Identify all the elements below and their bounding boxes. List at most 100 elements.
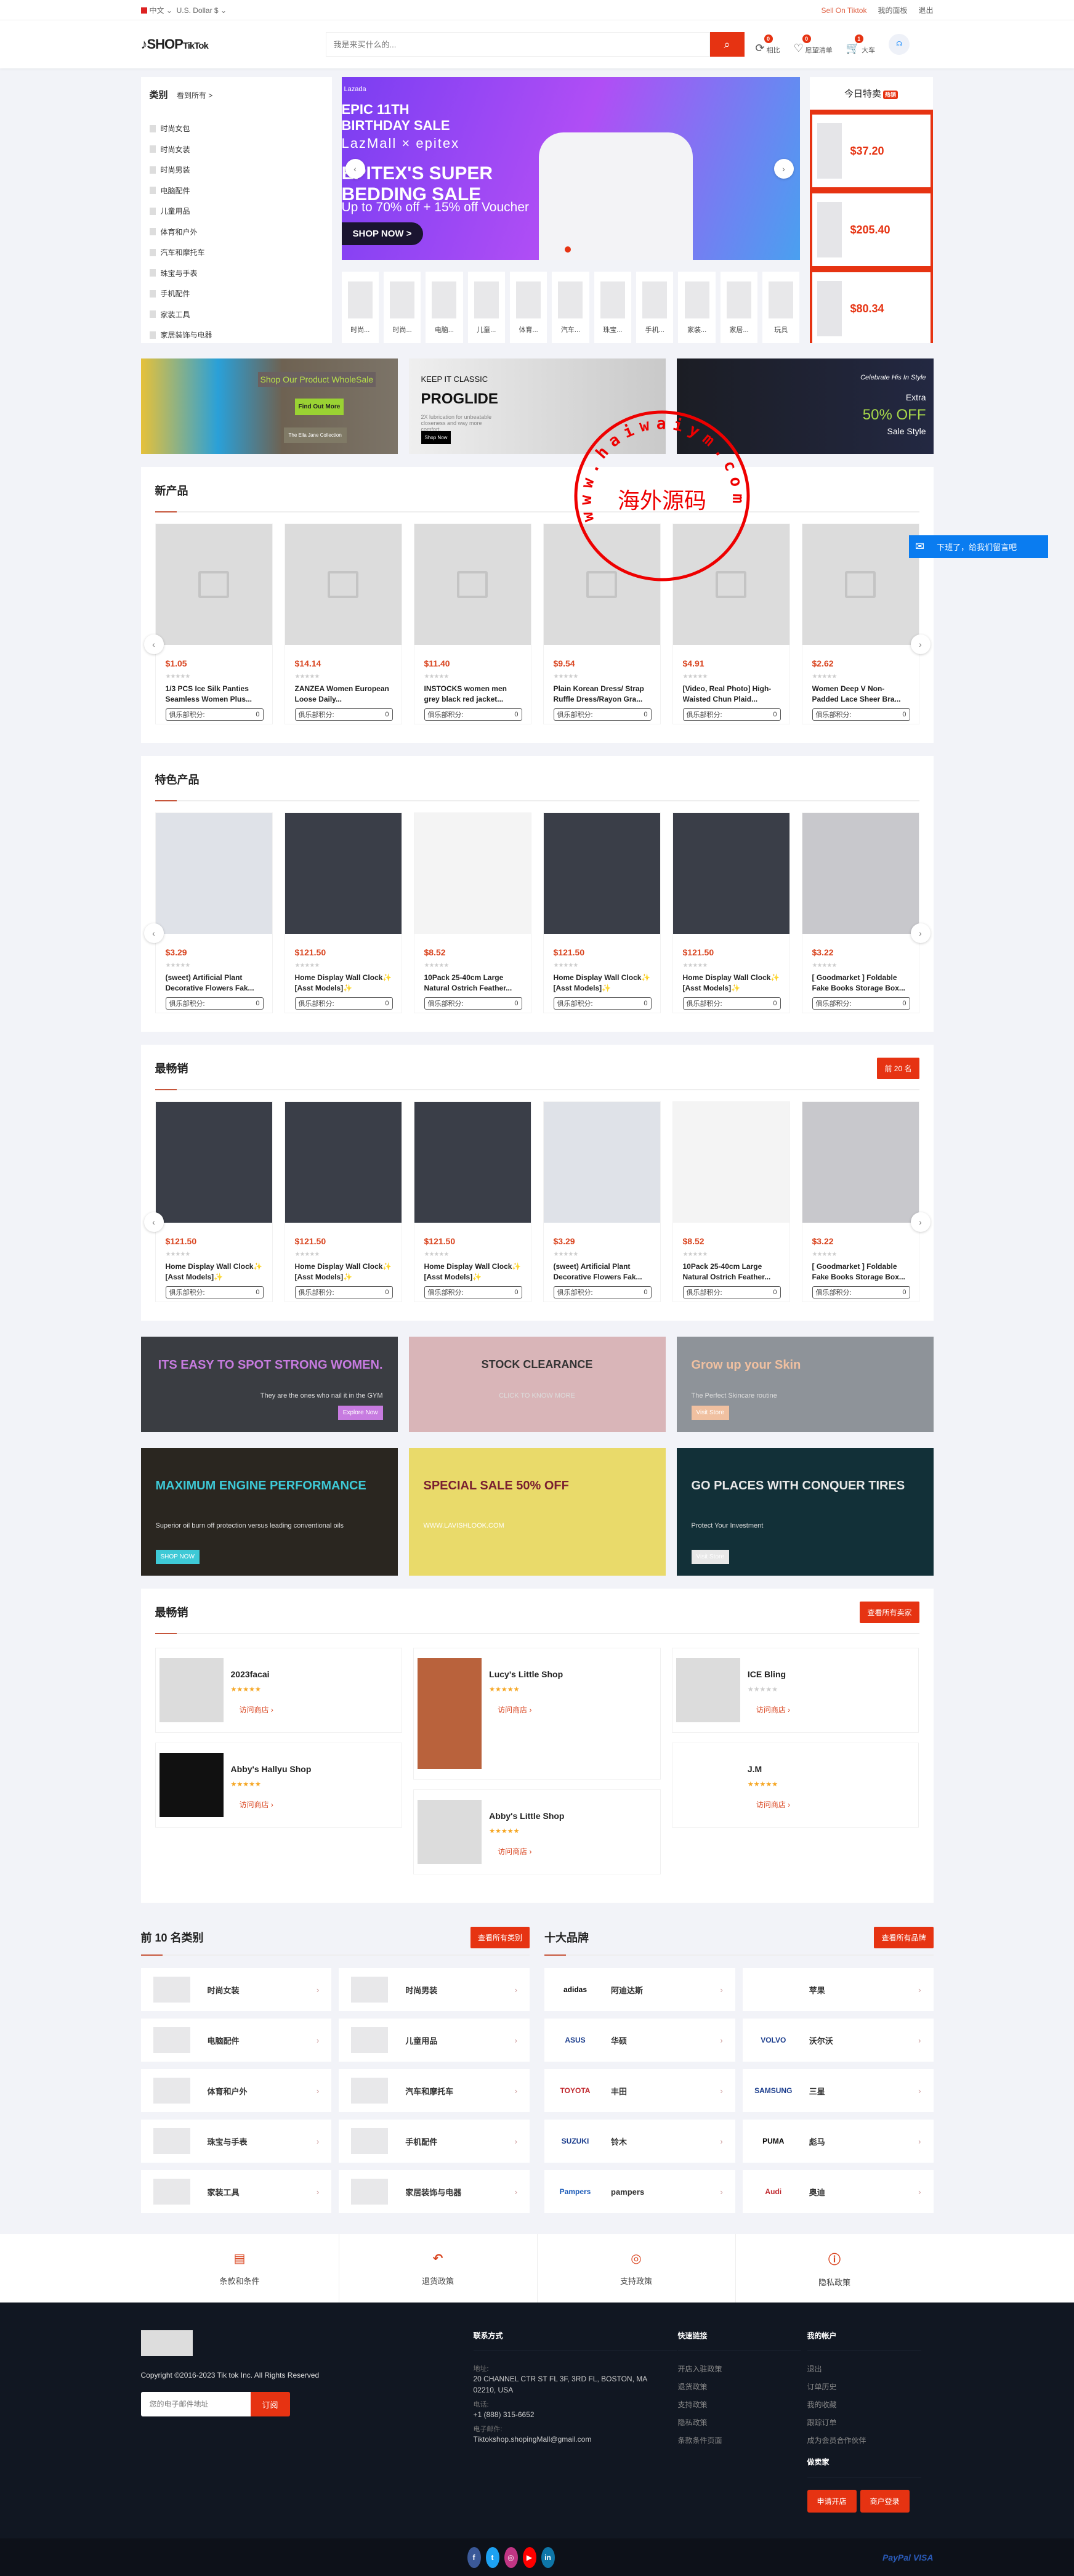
top-brand-item[interactable]: 苹果 › — [742, 1968, 934, 2011]
top-category-item[interactable]: 电脑配件 › — [140, 2019, 332, 2062]
category-thumb[interactable]: 家居... — [720, 272, 758, 343]
promo-banner[interactable]: STOCK CLEARANCE CLICK TO KNOW MORE — [408, 1337, 666, 1432]
twitter-icon[interactable]: t — [485, 2546, 499, 2568]
policy-link[interactable]: ▤ 条款和条件 — [141, 2234, 339, 2303]
carousel-next-button[interactable]: › — [910, 1212, 931, 1232]
top-category-item[interactable]: 时尚男装 › — [339, 1968, 530, 2011]
see-all-categories-link[interactable]: 看到所有 > — [177, 91, 212, 100]
footer-link[interactable]: 隐私政策 — [678, 2417, 801, 2428]
top-category-item[interactable]: 家居装饰与电器 › — [339, 2170, 530, 2213]
footer-link[interactable]: 成为会员合作伙伴 — [807, 2435, 921, 2445]
seller-card[interactable]: 2023facai ★★★★★ 访问商店 › — [155, 1648, 403, 1733]
watch-sale-banner[interactable]: Celebrate His In Style Extra 50% OFF Sal… — [676, 358, 934, 454]
footer-link[interactable]: 退货政策 — [678, 2381, 801, 2392]
top-brand-item[interactable]: Pampers pampers › — [544, 2170, 735, 2213]
policy-link[interactable]: ◎ 支持政策 — [536, 2234, 735, 2303]
footer-link[interactable]: 支持政策 — [678, 2399, 801, 2410]
category-thumb[interactable]: 体育... — [509, 272, 547, 343]
merchant-login-button[interactable]: 商户登录 — [860, 2490, 910, 2513]
category-item[interactable]: 珠宝与手表 — [149, 263, 323, 284]
banner-button[interactable]: SHOP NOW — [155, 1550, 200, 1564]
promo-banner[interactable]: ITS EASY TO SPOT STRONG WOMEN. They are … — [140, 1337, 398, 1432]
top-category-item[interactable]: 汽车和摩托车 › — [339, 2069, 530, 2112]
carousel-next-button[interactable]: › — [773, 158, 794, 179]
top-brand-item[interactable]: SUZUKI 铃木 › — [544, 2120, 735, 2163]
carousel-next-button[interactable]: › — [910, 634, 931, 654]
banner-button[interactable]: Visit Store — [691, 1406, 729, 1420]
category-item[interactable]: 时尚女包 — [149, 118, 323, 139]
product-card[interactable]: $121.50 ★★★★★ Home Display Wall Clock✨ [… — [413, 1101, 531, 1302]
view-all-categories-button[interactable]: 查看所有类别 — [470, 1926, 530, 1948]
search-input[interactable] — [325, 32, 710, 57]
category-thumb[interactable]: 时尚... — [341, 272, 379, 343]
wholesale-banner[interactable]: Shop Our Product WholeSale Find Out More… — [140, 358, 398, 454]
instagram-icon[interactable]: ◎ — [504, 2546, 518, 2568]
view-all-brands-button[interactable]: 查看所有品牌 — [874, 1926, 934, 1948]
cart-button[interactable]: 🛒 1 大车 — [846, 34, 875, 55]
footer-link[interactable]: 跟踪订单 — [807, 2417, 921, 2428]
product-card[interactable]: $4.91 ★★★★★ [Video, Real Photo] High-Wai… — [672, 524, 790, 724]
seller-card[interactable]: Abby's Little Shop ★★★★★ 访问商店 › — [413, 1789, 661, 1874]
top-brand-item[interactable]: SAMSUNG 三星 › — [742, 2069, 934, 2112]
product-card[interactable]: $121.50 ★★★★★ Home Display Wall Clock✨ [… — [543, 812, 661, 1013]
carousel-prev-button[interactable]: ‹ — [143, 1212, 164, 1232]
seller-card[interactable]: ICE Bling ★★★★★ 访问商店 › — [671, 1648, 919, 1733]
top-category-item[interactable]: 体育和户外 › — [140, 2069, 332, 2112]
category-item[interactable]: 时尚男装 — [149, 160, 323, 180]
top-20-button[interactable]: 前 20 名 — [877, 1057, 919, 1079]
subscribe-button[interactable]: 订阅 — [250, 2392, 290, 2416]
apply-shop-button[interactable]: 申请开店 — [807, 2490, 857, 2513]
category-thumb[interactable]: 电脑... — [426, 272, 463, 343]
search-button[interactable]: ⌕ — [709, 32, 745, 57]
category-item[interactable]: 家装工具 — [149, 304, 323, 325]
compare-button[interactable]: ⟳ 0 相比 — [756, 34, 780, 55]
product-card[interactable]: $3.29 ★★★★★ (sweet) Artificial Plant Dec… — [155, 812, 273, 1013]
policy-link[interactable]: ↶ 退货政策 — [338, 2234, 537, 2303]
product-card[interactable]: $121.50 ★★★★★ Home Display Wall Clock✨ [… — [284, 812, 402, 1013]
product-card[interactable]: $121.50 ★★★★★ Home Display Wall Clock✨ [… — [672, 812, 790, 1013]
visit-store-link[interactable]: 访问商店 › — [231, 1704, 273, 1715]
product-card[interactable]: $2.62 ★★★★★ Women Deep V Non-Padded Lace… — [801, 524, 919, 724]
top-category-item[interactable]: 珠宝与手表 › — [140, 2120, 332, 2163]
product-card[interactable]: $8.52 ★★★★★ 10Pack 25-40cm Large Natural… — [413, 812, 531, 1013]
newsletter-email-input[interactable] — [140, 2392, 251, 2416]
category-item[interactable]: 电脑配件 — [149, 180, 323, 201]
deal-item[interactable]: $80.34 — [812, 272, 931, 343]
category-thumb[interactable]: 玩具 — [762, 272, 800, 343]
seller-card[interactable]: Lucy's Little Shop ★★★★★ 访问商店 › — [413, 1648, 661, 1780]
carousel-next-button[interactable]: › — [910, 923, 931, 943]
top-brand-item[interactable]: TOYOTA 丰田 › — [544, 2069, 735, 2112]
banner-button[interactable]: Visit Store — [691, 1550, 729, 1564]
category-item[interactable]: 汽车和摩托车 — [149, 242, 323, 263]
category-item[interactable]: 体育和户外 — [149, 222, 323, 243]
top-category-item[interactable]: 家装工具 › — [140, 2170, 332, 2213]
footer-link[interactable]: 开店入驻政策 — [678, 2363, 801, 2374]
logo[interactable]: ♪SHOPTikTok — [141, 36, 326, 52]
category-thumb[interactable]: 手机... — [636, 272, 674, 343]
visit-store-link[interactable]: 访问商店 › — [489, 1846, 564, 1857]
category-item[interactable]: 家居装饰与电器 — [149, 325, 323, 346]
category-thumb[interactable]: 家装... — [678, 272, 716, 343]
top-brand-item[interactable]: VOLVO 沃尔沃 › — [742, 2019, 934, 2062]
product-card[interactable]: $9.54 ★★★★★ Plain Korean Dress/ Strap Ru… — [543, 524, 661, 724]
dashboard-link[interactable]: 我的面板 — [878, 5, 907, 15]
footer-link[interactable]: 退出 — [807, 2363, 921, 2374]
category-item[interactable]: 儿童用品 — [149, 201, 323, 222]
category-thumb[interactable]: 时尚... — [383, 272, 421, 343]
promo-banner[interactable]: SPECIAL SALE 50% OFF WWW.LAVISHLOOK.COM — [408, 1448, 666, 1576]
product-card[interactable]: $8.52 ★★★★★ 10Pack 25-40cm Large Natural… — [672, 1101, 790, 1302]
deal-item[interactable]: $205.40 — [812, 193, 931, 266]
top-brand-item[interactable]: ASUS 华硕 › — [544, 2019, 735, 2062]
promo-banner[interactable]: MAXIMUM ENGINE PERFORMANCE Superior oil … — [140, 1448, 398, 1576]
top-brand-item[interactable]: PUMA 彪马 › — [742, 2120, 934, 2163]
top-brand-item[interactable]: adidas 阿迪达斯 › — [544, 1968, 735, 2011]
visit-store-link[interactable]: 访问商店 › — [748, 1799, 790, 1810]
chat-widget[interactable]: ✉ 下班了，给我们留言吧 — [909, 535, 1048, 558]
shop-now-button[interactable]: SHOP NOW > — [341, 222, 423, 245]
category-thumb[interactable]: 儿童... — [467, 272, 505, 343]
support-button[interactable]: ☊ — [889, 34, 910, 55]
carousel-prev-button[interactable]: ‹ — [143, 634, 164, 654]
category-thumb[interactable]: 汽车... — [552, 272, 589, 343]
seller-card[interactable]: J.M ★★★★★ 访问商店 › — [671, 1743, 919, 1828]
currency-select[interactable]: U.S. Dollar $ — [177, 6, 219, 15]
